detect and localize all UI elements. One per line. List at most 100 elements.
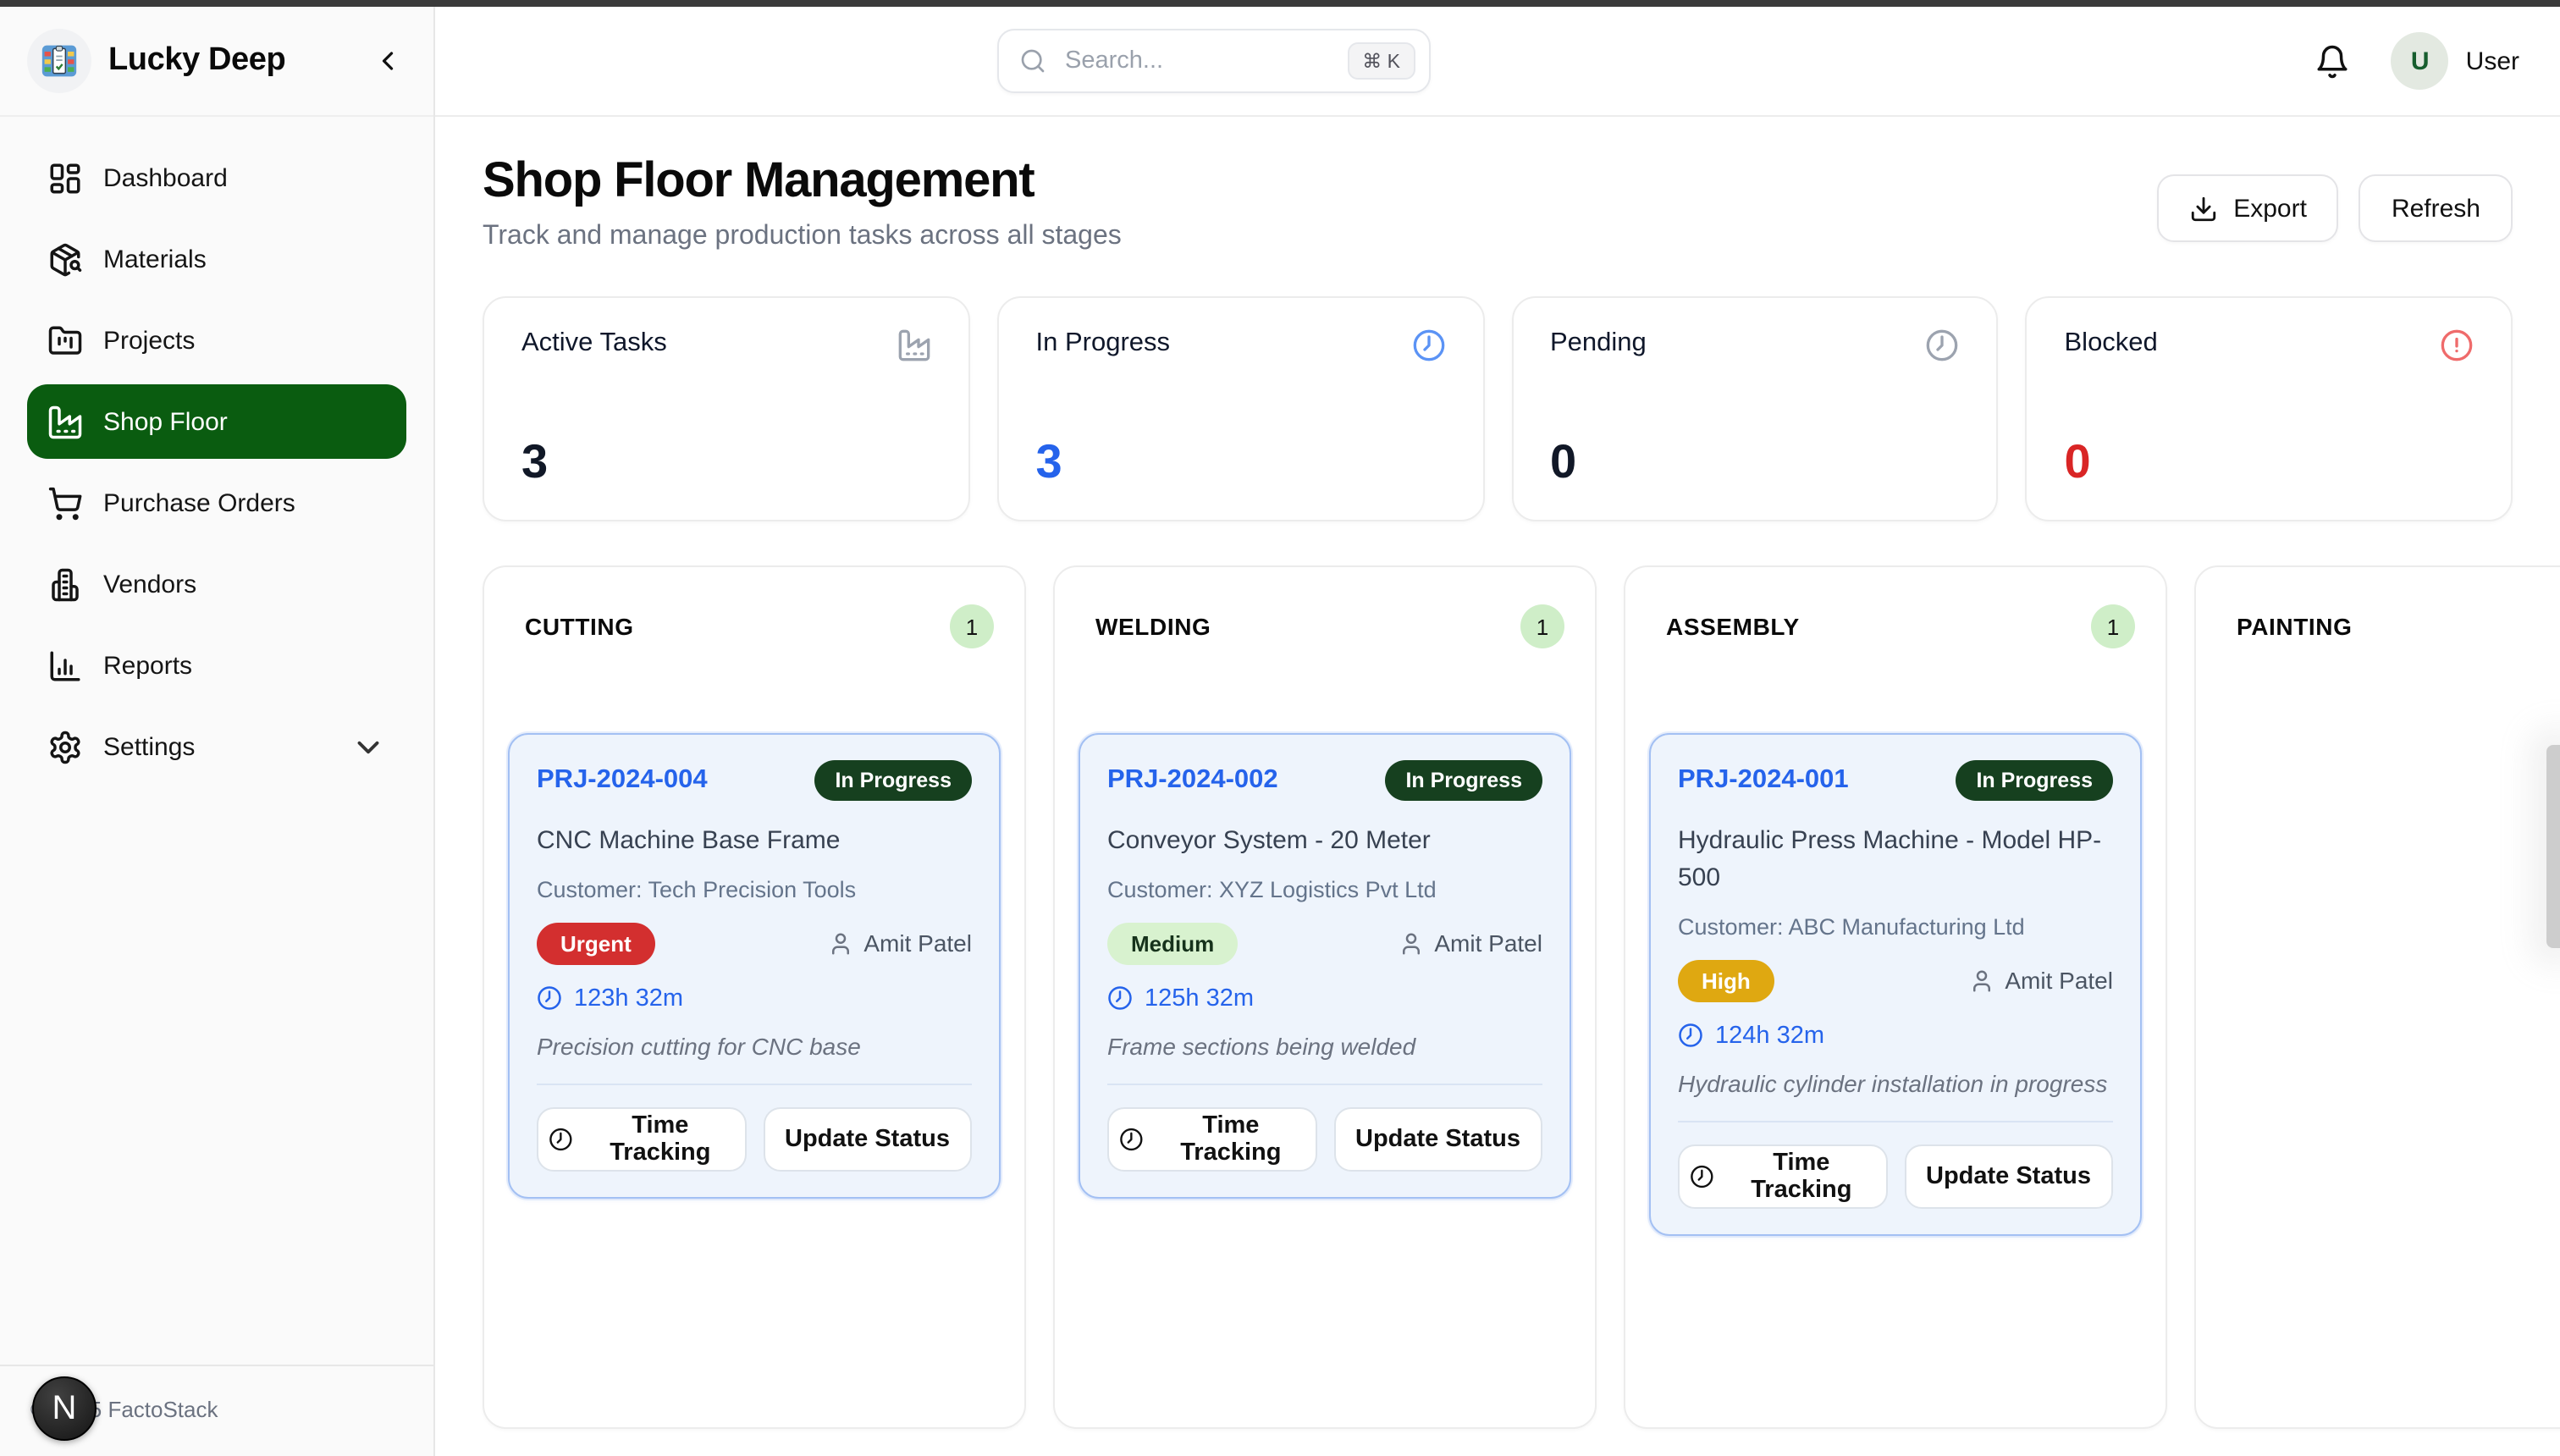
search-input[interactable] — [1062, 46, 1332, 76]
sidebar-item-label: Reports — [103, 651, 192, 680]
stat-value: 3 — [521, 435, 931, 489]
dashboard-icon — [47, 160, 83, 196]
task-id-link[interactable]: PRJ-2024-002 — [1107, 765, 1278, 796]
update-status-button[interactable]: Update Status — [763, 1107, 972, 1172]
clock-icon — [1926, 328, 1960, 362]
sidebar-item-label: Materials — [103, 245, 207, 273]
task-customer: Customer: ABC Manufacturing Ltd — [1678, 913, 2113, 939]
task-time: 125h 32m — [1107, 985, 1542, 1012]
task-title: CNC Machine Base Frame — [537, 823, 972, 860]
download-icon — [2189, 194, 2218, 223]
column-count-badge: 1 — [2091, 604, 2135, 648]
time-tracking-button[interactable]: Time Tracking — [1678, 1144, 1887, 1208]
update-status-button[interactable]: Update Status — [1333, 1107, 1542, 1172]
column-assembly: ASSEMBLY 1 PRJ-2024-001 In Progress Hydr… — [1624, 565, 2167, 1429]
task-note: Hydraulic cylinder installation in progr… — [1678, 1069, 2113, 1096]
sidebar-header: Lucky Deep — [0, 7, 433, 117]
main-area: ⌘ K U User Shop Floor Management — [435, 7, 2560, 1456]
topbar: ⌘ K U User — [435, 7, 2560, 117]
clock-icon — [537, 986, 562, 1012]
task-card[interactable]: PRJ-2024-004 In Progress CNC Machine Bas… — [508, 733, 1001, 1199]
kanban-board: CUTTING 1 PRJ-2024-004 In Progress CNC M… — [483, 565, 2513, 1429]
sidebar-item-label: Vendors — [103, 570, 196, 598]
bell-icon — [2315, 43, 2351, 79]
sidebar-item-label: Purchase Orders — [103, 488, 295, 517]
assignee-name: Amit Patel — [1434, 930, 1542, 957]
time-value: 125h 32m — [1145, 985, 1254, 1012]
sidebar-item-settings[interactable]: Settings — [27, 709, 406, 784]
task-id-link[interactable]: PRJ-2024-004 — [537, 765, 708, 796]
search-icon — [1019, 47, 1046, 74]
task-card[interactable]: PRJ-2024-001 In Progress Hydraulic Press… — [1649, 733, 2142, 1235]
sidebar-item-label: Dashboard — [103, 163, 228, 192]
assignee-name: Amit Patel — [2005, 967, 2113, 994]
user-menu[interactable]: U User — [2392, 32, 2519, 90]
user-icon — [1399, 931, 1424, 957]
app-logo — [27, 29, 91, 93]
column-title: ASSEMBLY — [1666, 613, 1800, 640]
logo-icon — [41, 42, 78, 80]
bar-chart-icon — [47, 648, 83, 683]
app-name: Lucky Deep — [108, 42, 285, 80]
factory-icon — [897, 328, 931, 362]
clock-icon — [1411, 328, 1445, 362]
chevron-down-icon — [350, 729, 386, 764]
app-viewport: Lucky Deep Dashboard Materials Projects — [0, 0, 2560, 1456]
chevron-left-icon — [372, 46, 403, 76]
column-welding: WELDING 1 PRJ-2024-002 In Progress Conve… — [1053, 565, 1597, 1429]
factory-icon — [47, 404, 83, 439]
priority-badge: Urgent — [537, 923, 655, 965]
column-cutting: CUTTING 1 PRJ-2024-004 In Progress CNC M… — [483, 565, 1026, 1429]
priority-badge: Medium — [1107, 923, 1238, 965]
package-search-icon — [47, 241, 83, 277]
sidebar-item-reports[interactable]: Reports — [27, 628, 406, 703]
time-value: 123h 32m — [574, 985, 683, 1012]
avatar: U — [2392, 32, 2449, 90]
vertical-scrollbar[interactable] — [2546, 745, 2560, 948]
task-title: Hydraulic Press Machine - Model HP-500 — [1678, 823, 2113, 896]
assignee: Amit Patel — [1399, 930, 1542, 957]
status-badge: In Progress — [1385, 760, 1542, 801]
stat-value: 3 — [1036, 435, 1446, 489]
stat-value: 0 — [2065, 435, 2474, 489]
folder-kanban-icon — [47, 323, 83, 358]
sidebar-item-shop-floor[interactable]: Shop Floor — [27, 384, 406, 459]
update-status-button[interactable]: Update Status — [1904, 1144, 2113, 1208]
stat-label: In Progress — [1036, 328, 1171, 359]
time-tracking-button[interactable]: Time Tracking — [537, 1107, 746, 1172]
sidebar-item-vendors[interactable]: Vendors — [27, 547, 406, 621]
task-id-link[interactable]: PRJ-2024-001 — [1678, 765, 1849, 796]
sidebar: Lucky Deep Dashboard Materials Projects — [0, 7, 435, 1456]
notifications-button[interactable] — [2309, 36, 2358, 85]
refresh-button[interactable]: Refresh — [2359, 174, 2513, 242]
window-top-strip — [0, 0, 2560, 7]
task-title: Conveyor System - 20 Meter — [1107, 823, 1542, 860]
column-count-badge: 1 — [1520, 604, 1564, 648]
alert-circle-icon — [2440, 328, 2474, 362]
divider — [1678, 1120, 2113, 1122]
status-badge: In Progress — [814, 760, 972, 801]
user-icon — [1969, 968, 1994, 993]
sidebar-item-purchase-orders[interactable]: Purchase Orders — [27, 466, 406, 540]
clock-icon — [1678, 1023, 1703, 1048]
sidebar-collapse-button[interactable] — [366, 39, 410, 83]
clock-icon — [1107, 986, 1133, 1012]
clock-icon — [1690, 1162, 1714, 1189]
task-time: 123h 32m — [537, 985, 972, 1012]
column-title: PAINTING — [2237, 613, 2353, 640]
sidebar-item-dashboard[interactable]: Dashboard — [27, 141, 406, 215]
task-card[interactable]: PRJ-2024-002 In Progress Conveyor System… — [1079, 733, 1571, 1199]
shopping-cart-icon — [47, 485, 83, 521]
sidebar-item-projects[interactable]: Projects — [27, 303, 406, 378]
export-button[interactable]: Export — [2157, 174, 2339, 242]
nextjs-dev-badge[interactable]: N — [32, 1376, 97, 1441]
time-tracking-button[interactable]: Time Tracking — [1107, 1107, 1316, 1172]
assignee: Amit Patel — [828, 930, 972, 957]
search-box[interactable]: ⌘ K — [997, 29, 1431, 93]
sidebar-item-materials[interactable]: Materials — [27, 222, 406, 296]
task-note: Frame sections being welded — [1107, 1033, 1542, 1060]
user-icon — [828, 931, 853, 957]
stat-card-active-tasks: Active Tasks 3 — [483, 296, 970, 521]
status-badge: In Progress — [1956, 760, 2113, 801]
task-customer: Customer: Tech Precision Tools — [537, 877, 972, 902]
